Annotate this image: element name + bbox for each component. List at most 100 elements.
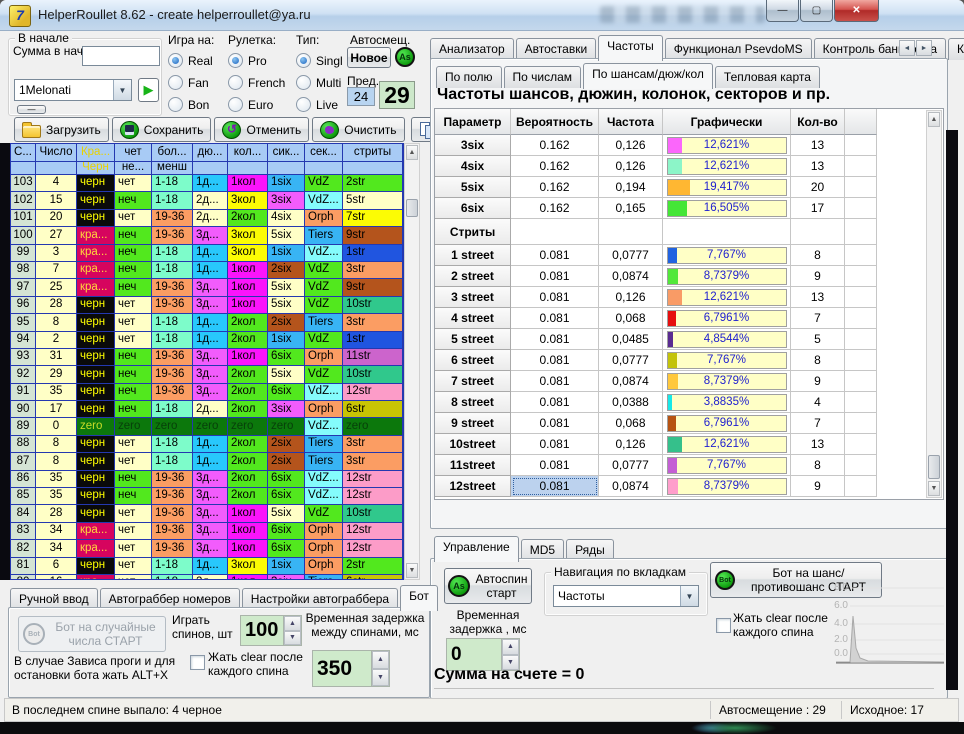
freq-frequency-cell[interactable]: 0,126 <box>599 135 663 156</box>
freq-graph-cell[interactable]: 16,505% <box>663 198 791 219</box>
column-header-3[interactable]: чет <box>115 144 152 162</box>
freq-count-cell[interactable]: 13 <box>791 434 845 455</box>
freq-probability-cell[interactable]: 0.081 <box>511 392 599 413</box>
maximize-button[interactable]: ▢ <box>800 0 833 22</box>
freq-header-частота[interactable]: Частота <box>599 109 663 135</box>
freq-frequency-cell[interactable]: 0,126 <box>599 287 663 308</box>
stepper-up-icon[interactable]: ▲ <box>284 616 301 631</box>
freq-header-вероятность[interactable]: Вероятность <box>511 109 599 135</box>
freq-frequency-cell[interactable]: 0,0485 <box>599 329 663 350</box>
freq-probability-cell[interactable]: 0.081 <box>511 434 599 455</box>
freq-frequency-cell[interactable]: 0,0777 <box>599 350 663 371</box>
as-icon[interactable]: As <box>395 47 415 67</box>
freq-param-cell[interactable]: 3six <box>435 135 511 156</box>
freq-frequency-cell[interactable]: 0,0874 <box>599 476 663 497</box>
tab-анализатор[interactable]: Анализатор <box>430 38 514 60</box>
clear-after-spin-checkbox[interactable] <box>190 655 205 670</box>
freq-param-cell[interactable]: 2 street <box>435 266 511 287</box>
minimize-button[interactable]: — <box>766 0 799 22</box>
freq-count-cell[interactable]: 7 <box>791 413 845 434</box>
freq-row[interactable]: 9 street0.0810,0686,7961%7 <box>435 413 943 434</box>
radio-icon[interactable] <box>168 53 183 68</box>
freq-probability-cell[interactable]: 0.081 <box>511 245 599 266</box>
radio-icon[interactable] <box>168 97 183 112</box>
column-header-4[interactable]: бол... <box>152 144 193 162</box>
column-header-9[interactable]: стриты <box>343 144 403 162</box>
freq-graph-cell[interactable]: 12,621% <box>663 156 791 177</box>
scrollbar-thumb[interactable] <box>406 199 418 217</box>
freq-frequency-cell[interactable]: 0,194 <box>599 177 663 198</box>
freq-graph-cell[interactable]: 19,417% <box>663 177 791 198</box>
autospin-start-button[interactable]: As Автоспин старт <box>444 568 532 604</box>
freq-count-cell[interactable]: 9 <box>791 371 845 392</box>
scroll-down-icon[interactable]: ▼ <box>406 563 418 578</box>
freq-row[interactable]: 5 street0.0810,04854,8544%5 <box>435 329 943 350</box>
freq-row[interactable]: Стриты <box>435 219 943 245</box>
frequencies-scrollbar[interactable]: ▲ ▼ <box>926 110 942 498</box>
freq-frequency-cell[interactable]: 0,0777 <box>599 455 663 476</box>
scroll-up-icon[interactable]: ▲ <box>406 145 418 160</box>
table-row[interactable]: 987кра...неч1-181д...1кол2sixVdZ3str <box>11 262 403 279</box>
bot-tab-бот[interactable]: Бот <box>400 585 438 611</box>
table-row[interactable]: 1034чернчет1-181д...1кол1sixVdZ2str <box>11 175 403 192</box>
freq-row[interactable]: 12street0.0810,08748,7379%9 <box>435 476 943 497</box>
chevron-down-icon[interactable]: ▼ <box>680 586 698 606</box>
table-row[interactable]: 888чернчет1-181д...2кол2sixTiers3str <box>11 436 403 453</box>
freq-header-параметр[interactable]: Параметр <box>435 109 511 135</box>
tab-автоставки[interactable]: Автоставки <box>516 38 597 60</box>
column-header-5[interactable]: дю... <box>193 144 228 162</box>
freq-frequency-cell[interactable]: 0,0777 <box>599 245 663 266</box>
freq-graph-cell[interactable]: 7,767% <box>663 455 791 476</box>
radio-icon[interactable] <box>228 97 243 112</box>
spins-count-stepper[interactable]: 100 ▲▼ <box>240 615 302 646</box>
radio-icon[interactable] <box>296 53 311 68</box>
subtab-по-числам[interactable]: По числам <box>504 66 582 88</box>
freq-graph-cell[interactable]: 12,621% <box>663 434 791 455</box>
scroll-up-icon[interactable]: ▲ <box>928 112 940 127</box>
table-row[interactable]: 9135черннеч19-363д...2кол6sixVdZ...12str <box>11 384 403 401</box>
table-row[interactable]: 958чернчет1-181д...2кол2sixTiers3str <box>11 314 403 331</box>
radio-option-singl[interactable]: Singl <box>296 53 352 68</box>
freq-probability-cell[interactable]: 0.162 <box>511 135 599 156</box>
collapse-button[interactable]: — <box>17 105 46 114</box>
radio-icon[interactable] <box>228 75 243 90</box>
сохранить-button[interactable]: Сохранить <box>112 117 212 142</box>
freq-graph-cell[interactable]: 7,767% <box>663 350 791 371</box>
freq-graph-cell[interactable]: 3,8835% <box>663 392 791 413</box>
freq-param-cell[interactable]: 9 street <box>435 413 511 434</box>
random-bot-start-button[interactable]: Bot Бот на случайные числа СТАРТ <box>18 616 166 652</box>
freq-count-cell[interactable]: 9 <box>791 266 845 287</box>
table-row[interactable]: 9331черннеч19-363д...1кол6sixOrph11str <box>11 349 403 366</box>
freq-frequency-cell[interactable]: 0,0874 <box>599 266 663 287</box>
tab-колесо[interactable]: Колесо <box>948 38 964 60</box>
freq-probability-cell[interactable]: 0.081 <box>511 308 599 329</box>
freq-header-empty[interactable] <box>845 109 877 135</box>
freq-row[interactable]: 3 street0.0810,12612,621%13 <box>435 287 943 308</box>
table-row[interactable]: 9229черннеч19-363д...2кол5sixVdZ10str <box>11 366 403 383</box>
freq-param-cell[interactable]: 12street <box>435 476 511 497</box>
spins-scrollbar[interactable]: ▲ ▼ <box>404 143 420 580</box>
очистить-button[interactable]: Очистить <box>312 117 404 142</box>
freq-frequency-cell[interactable]: 0,068 <box>599 413 663 434</box>
column-header-6[interactable]: кол... <box>228 144 268 162</box>
column-header-0[interactable]: С... <box>11 144 36 162</box>
freq-row[interactable]: 5six0.1620,19419,417%20 <box>435 177 943 198</box>
freq-probability-cell[interactable]: 0.081 <box>511 371 599 392</box>
freq-row[interactable]: 2 street0.0810,08748,7379%9 <box>435 266 943 287</box>
freq-param-cell[interactable]: 3 street <box>435 287 511 308</box>
freq-count-cell[interactable]: 7 <box>791 308 845 329</box>
freq-count-cell[interactable]: 8 <box>791 350 845 371</box>
table-row[interactable]: 9628чернчет19-363д...1кол5sixVdZ10str <box>11 297 403 314</box>
freq-param-cell[interactable]: 5six <box>435 177 511 198</box>
freq-graph-cell[interactable]: 12,621% <box>663 287 791 308</box>
subtab-по-полю[interactable]: По полю <box>436 66 502 88</box>
freq-probability-cell[interactable]: 0.081 <box>511 476 599 497</box>
stepper-down-icon[interactable]: ▼ <box>284 631 301 646</box>
freq-row[interactable]: 7 street0.0810,08748,7379%9 <box>435 371 943 392</box>
table-row[interactable]: 8635черннеч19-363д...2кол6sixVdZ...12str <box>11 471 403 488</box>
freq-graph-cell[interactable]: 8,7379% <box>663 476 791 497</box>
freq-count-cell[interactable]: 20 <box>791 177 845 198</box>
subtab-тепловая-карта[interactable]: Тепловая карта <box>715 66 820 88</box>
table-row[interactable]: 10027кра...неч19-363д...3кол5sixTiers9st… <box>11 227 403 244</box>
left-splitter[interactable] <box>0 143 10 580</box>
